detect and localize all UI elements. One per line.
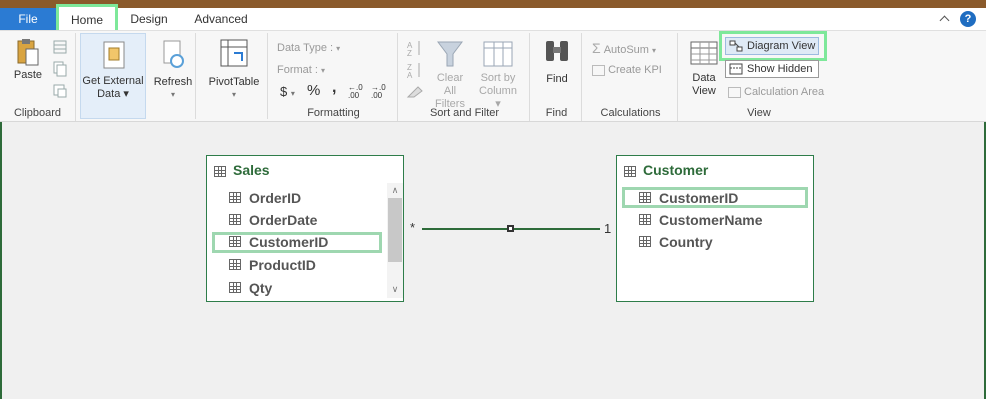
relationship-handle[interactable] — [507, 225, 514, 232]
relationship-one-marker: 1 — [604, 221, 612, 236]
svg-text:A: A — [407, 71, 413, 79]
comma-button[interactable]: , — [332, 80, 336, 96]
kpi-icon — [592, 64, 605, 76]
show-hidden-icon — [729, 63, 743, 80]
sort-za-icon[interactable]: ZA — [406, 61, 424, 82]
format-dropdown[interactable]: Format : ▾ — [277, 63, 325, 78]
column-icon — [229, 282, 241, 293]
svg-text:Z: Z — [407, 49, 412, 57]
group-formatting: Data Type : ▾ Format : ▾ $ ▾ % , ←.0 .00… — [270, 33, 398, 121]
group-label-sort-filter: Sort and Filter — [429, 107, 500, 119]
group-sort-filter: AZ ZA Clear All Filters Sort by Column ▾… — [400, 33, 530, 121]
external-data-icon — [100, 40, 128, 73]
clear-filters-label-1: Clear All — [436, 72, 464, 97]
data-view-label-1: Data — [692, 72, 716, 84]
group-find: Find Find — [532, 33, 582, 121]
sales-customerid-highlight — [212, 232, 382, 253]
decrease-decimal-button[interactable]: →.0 .00 — [371, 84, 391, 100]
calculation-area-icon — [728, 86, 741, 98]
increase-decimal-button[interactable]: ←.0 .00 — [348, 84, 368, 100]
get-external-data-button[interactable]: Get External Data ▾ — [80, 33, 146, 119]
sort-by-column-icon — [483, 41, 513, 67]
tabs-right-controls: ? — [940, 10, 976, 28]
refresh-dropdown-arrow[interactable]: ▾ — [150, 90, 196, 99]
autosum-button[interactable]: Σ AutoSum ▾ — [592, 41, 656, 58]
pivottable-button[interactable]: PivotTable ▾ — [200, 33, 268, 119]
clear-all-filters-button[interactable]: Clear All Filters — [430, 39, 470, 111]
group-clipboard: Paste Clipboard — [0, 33, 76, 121]
clear-sort-icon[interactable] — [406, 83, 424, 102]
percent-button[interactable]: % — [307, 83, 320, 98]
find-button[interactable]: Find — [537, 37, 577, 86]
data-view-label-2: View — [692, 85, 716, 97]
scroll-up-arrow[interactable]: ∧ — [390, 185, 400, 195]
sales-table-card[interactable]: Sales OrderID OrderDate CustomerID Produ… — [206, 155, 404, 302]
paste-label: Paste — [13, 69, 43, 81]
data-type-dropdown[interactable]: Data Type : ▾ — [277, 41, 340, 56]
column-icon — [229, 214, 241, 225]
format-painter-icon[interactable] — [52, 83, 68, 102]
table-icon — [214, 166, 226, 177]
sort-by-column-label-1: Sort by — [480, 72, 516, 84]
binoculars-icon — [543, 37, 571, 65]
data-view-icon — [690, 41, 718, 65]
help-icon[interactable]: ? — [960, 11, 976, 27]
tab-home[interactable]: Home — [56, 4, 118, 33]
group-label-clipboard: Clipboard — [13, 107, 62, 119]
column-icon — [639, 236, 651, 247]
paste-icon — [14, 37, 42, 66]
refresh-label: Refresh — [153, 76, 193, 88]
sales-table-title[interactable]: Sales — [233, 162, 270, 178]
ribbon: Paste Clipboard Get External Data ▾ Refr… — [0, 30, 986, 122]
paste-button[interactable]: Paste — [8, 37, 48, 82]
refresh-icon — [160, 39, 186, 72]
group-label-view: View — [747, 107, 771, 119]
pivottable-icon — [220, 39, 248, 70]
get-external-data-label-2: Data ▾ — [97, 88, 129, 100]
column-icon — [229, 192, 241, 203]
group-view: Data View Diagram View Show Hidden Calcu… — [680, 31, 838, 121]
create-kpi-button[interactable]: Create KPI — [592, 63, 662, 77]
group-label-find: Find — [545, 107, 568, 119]
diagram-canvas[interactable]: Sales OrderID OrderDate CustomerID Produ… — [0, 122, 986, 399]
pivottable-label: PivotTable — [208, 76, 260, 88]
tab-design[interactable]: Design — [122, 8, 176, 30]
copy-icon[interactable] — [52, 61, 68, 80]
group-label-formatting: Formatting — [307, 107, 360, 119]
calculation-area-button[interactable]: Calculation Area — [728, 85, 824, 99]
sort-az-icon[interactable]: AZ — [406, 39, 424, 60]
relationship-many-marker: * — [410, 220, 416, 235]
sigma-icon: Σ — [592, 40, 601, 56]
window-top-border — [0, 0, 986, 8]
table-icon — [624, 166, 636, 177]
sales-scrollbar[interactable]: ∧ ∨ — [387, 183, 403, 298]
collapse-ribbon-icon[interactable] — [940, 14, 950, 24]
customer-customerid-highlight — [622, 187, 808, 208]
find-label: Find — [546, 73, 568, 85]
scroll-down-arrow[interactable]: ∨ — [390, 284, 400, 294]
refresh-button[interactable]: Refresh ▾ — [150, 33, 196, 119]
cut-icon[interactable] — [52, 39, 68, 58]
customer-table-card[interactable]: Customer CustomerID CustomerName Country — [616, 155, 814, 302]
customer-table-title[interactable]: Customer — [643, 162, 708, 178]
get-external-data-label-1: Get External — [82, 75, 144, 87]
group-calculations: Σ AutoSum ▾ Create KPI Calculations — [584, 33, 678, 121]
group-label-calculations: Calculations — [600, 107, 661, 119]
sort-by-column-button[interactable]: Sort by Column ▾ — [476, 39, 520, 111]
diagram-view-highlight — [719, 31, 827, 61]
pivottable-dropdown-arrow[interactable]: ▾ — [200, 90, 268, 99]
ribbon-tabs: File Home Design Advanced ? — [0, 4, 986, 33]
show-hidden-button[interactable]: Show Hidden — [725, 60, 819, 78]
currency-button[interactable]: $ ▾ — [280, 85, 295, 101]
scroll-thumb[interactable] — [388, 198, 402, 262]
data-view-button[interactable]: Data View — [686, 39, 722, 98]
tab-file[interactable]: File — [0, 8, 56, 30]
filter-icon — [437, 41, 463, 67]
tab-advanced[interactable]: Advanced — [186, 8, 256, 30]
column-icon — [639, 214, 651, 225]
column-icon — [229, 259, 241, 270]
